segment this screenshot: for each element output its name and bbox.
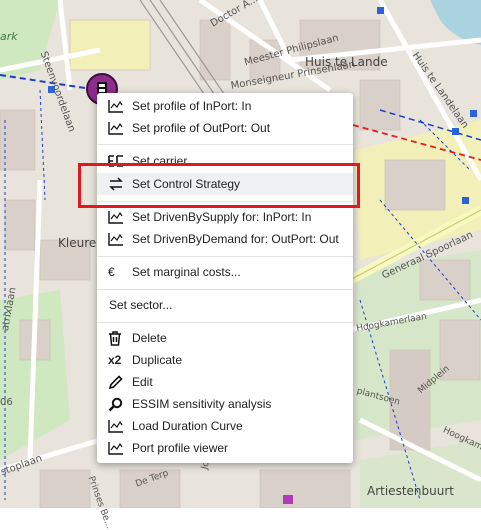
menu-item-set-profile-of-inport-in[interactable]: Set profile of InPort: In	[97, 95, 353, 117]
profile-chart-icon	[108, 99, 132, 113]
network-node[interactable]	[470, 110, 477, 117]
menu-item-set-profile-of-outport-out[interactable]: Set profile of OutPort: Out	[97, 117, 353, 139]
menu-item-load-duration-curve[interactable]: Load Duration Curve	[97, 415, 353, 437]
menu-item-label: Set sector...	[109, 298, 173, 312]
area-label: Huis te Lande	[305, 55, 388, 69]
menu-separator	[97, 144, 353, 145]
menu-item-set-sector[interactable]: Set sector...	[97, 294, 365, 316]
menu-item-label: Set profile of InPort: In	[132, 99, 252, 113]
menu-item-delete[interactable]: Delete	[97, 327, 353, 349]
menu-item-label: Set DrivenByDemand for: OutPort: Out	[132, 232, 339, 246]
profile-chart-icon	[108, 121, 132, 135]
menu-item-set-drivenbydemand-for-outport-out[interactable]: Set DrivenByDemand for: OutPort: Out	[97, 228, 353, 250]
shop-icon	[283, 495, 293, 504]
menu-item-label: Set marginal costs...	[132, 265, 241, 279]
menu-item-label: Set DrivenBySupply for: InPort: In	[132, 210, 312, 224]
trash-icon	[108, 330, 132, 346]
profile-chart-icon	[108, 232, 132, 246]
menu-item-duplicate[interactable]: x2 Duplicate	[97, 349, 353, 371]
menu-item-edit[interactable]: Edit	[97, 371, 353, 393]
menu-item-set-marginal-costs[interactable]: € Set marginal costs...	[97, 261, 353, 283]
menu-separator	[97, 256, 353, 257]
highlight-annotation-box	[78, 163, 360, 208]
menu-item-set-drivenbysupply-for-inport-in[interactable]: Set DrivenBySupply for: InPort: In	[97, 206, 353, 228]
park-label: ark	[0, 30, 18, 43]
network-node[interactable]	[377, 7, 384, 14]
menu-item-label: Duplicate	[132, 353, 183, 367]
profile-chart-icon	[108, 441, 132, 455]
duplicate-icon: x2	[108, 353, 122, 367]
menu-separator	[97, 322, 353, 323]
menu-item-label: Load Duration Curve	[132, 419, 243, 433]
menu-item-label: Edit	[132, 375, 153, 389]
pencil-icon	[108, 374, 132, 390]
menu-item-essim-sensitivity-analysis[interactable]: ESSIM sensitivity analysis	[97, 393, 353, 415]
network-node[interactable]	[462, 197, 469, 204]
menu-item-label: ESSIM sensitivity analysis	[132, 397, 272, 411]
menu-item-label: Set profile of OutPort: Out	[132, 121, 271, 135]
menu-item-port-profile-viewer[interactable]: Port profile viewer	[97, 437, 353, 459]
context-menu: Set profile of InPort: In Set profile of …	[97, 93, 353, 463]
area-label: Artiestenbuurt	[367, 484, 454, 498]
menu-item-label: Delete	[132, 331, 167, 345]
profile-chart-icon	[108, 210, 132, 224]
euro-icon: €	[108, 265, 115, 279]
map-number-label: 06	[0, 397, 13, 408]
profile-chart-icon	[108, 419, 132, 433]
search-icon	[108, 397, 132, 412]
menu-item-label: Port profile viewer	[132, 441, 229, 455]
network-node[interactable]	[452, 128, 459, 135]
menu-separator	[97, 289, 353, 290]
